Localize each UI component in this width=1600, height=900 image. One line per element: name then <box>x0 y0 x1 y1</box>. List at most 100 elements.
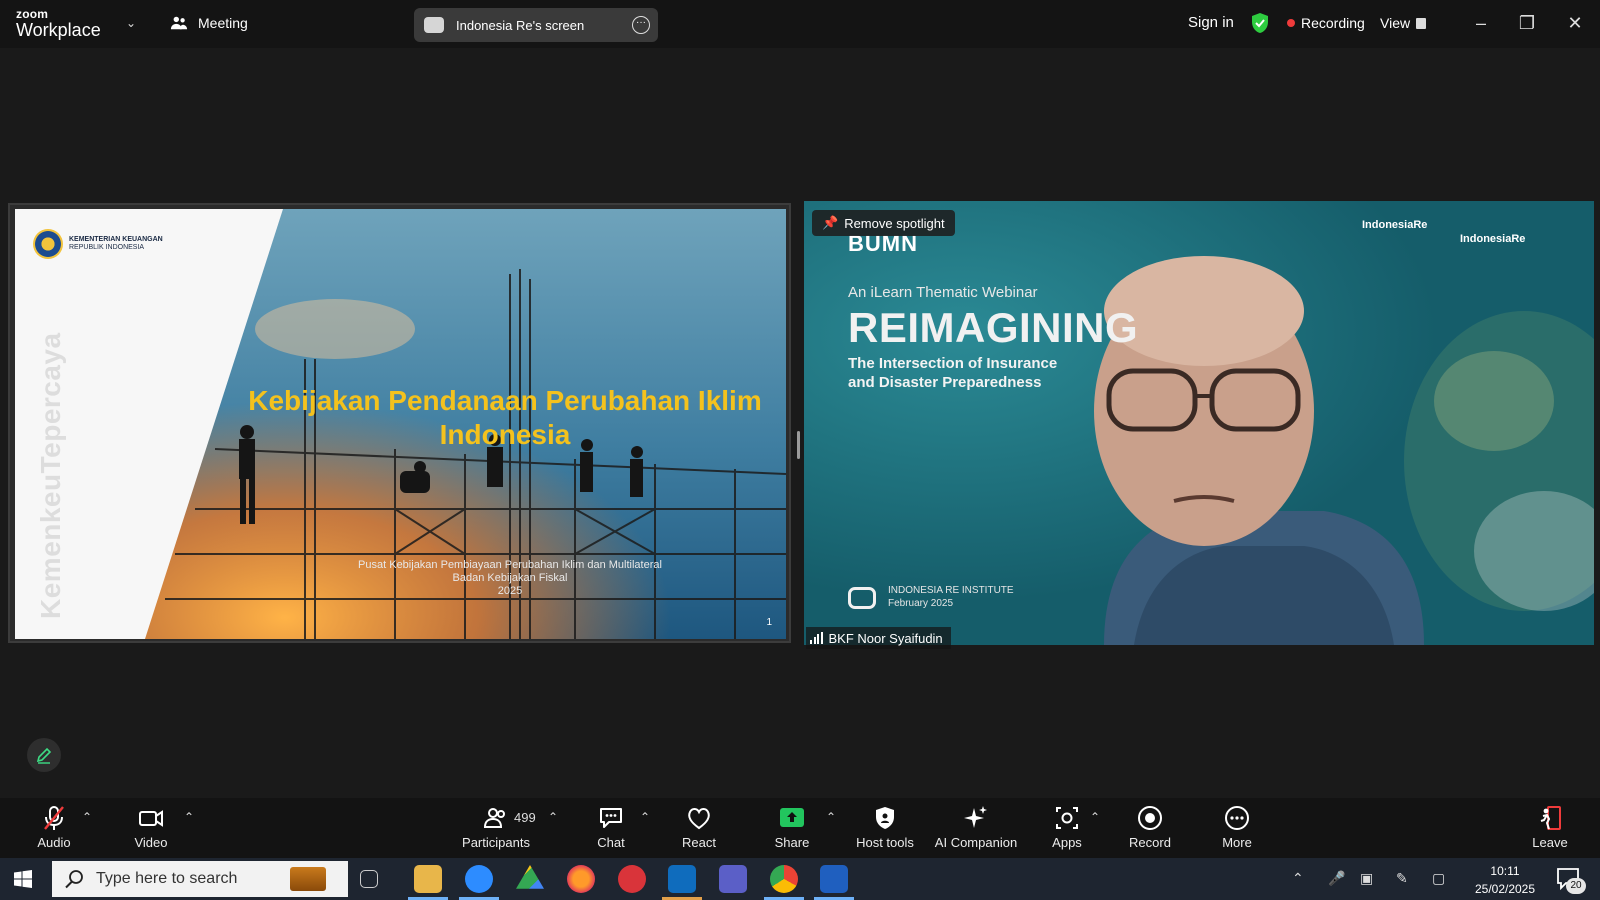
vertical-watermark-text: KemenkeuTepercaya <box>35 332 66 619</box>
institute-line1: INDONESIA RE INSTITUTE <box>888 585 1014 596</box>
host-tools-button[interactable]: Host tools <box>840 804 930 850</box>
chrome-icon[interactable] <box>770 865 798 893</box>
pin-icon: 📌 <box>822 215 839 230</box>
file-explorer-icon[interactable] <box>414 865 442 893</box>
encryption-shield-icon[interactable] <box>1250 12 1270 34</box>
clock-time: 10:11 <box>1490 864 1520 878</box>
teams-icon[interactable] <box>719 865 747 893</box>
record-button[interactable]: Record <box>1105 804 1195 850</box>
display-tray-icon[interactable]: ▣ <box>1360 870 1373 887</box>
meeting-label: Meeting <box>198 15 248 31</box>
shared-screen-frame[interactable]: KEMENTERIAN KEUANGAN REPUBLIK INDONESIA … <box>8 203 791 643</box>
webinar-tagline-line2: and Disaster Preparedness <box>848 373 1042 391</box>
ministry-line1: KEMENTERIAN KEUANGAN <box>69 235 163 243</box>
apps-options-chevron-icon[interactable]: ⌃ <box>1090 810 1100 824</box>
screen-share-indicator[interactable]: Indonesia Re's screen ··· <box>414 8 658 42</box>
view-icon <box>1416 17 1427 29</box>
google-drive-icon[interactable] <box>516 865 544 889</box>
webinar-caption: An iLearn Thematic Webinar <box>848 284 1038 301</box>
meeting-controls-toolbar: Audio ⌃ Video ⌃ Participants 499 ⌃ Chat … <box>0 798 1600 858</box>
microphone-tray-icon[interactable]: 🎤 <box>1328 870 1345 887</box>
people-icon <box>170 16 188 30</box>
webinar-headline: REIMAGINING <box>848 304 1139 351</box>
webinar-tagline-line1: The Intersection of Insurance <box>848 355 1058 372</box>
remove-spotlight-label: Remove spotlight <box>844 215 945 231</box>
taskbar-search-box[interactable]: Type here to search <box>52 861 348 897</box>
chat-options-chevron-icon[interactable]: ⌃ <box>640 810 650 824</box>
show-hidden-icons-chevron-icon[interactable]: ⌃ <box>1292 870 1304 887</box>
audio-label: Audio <box>37 835 71 850</box>
react-button[interactable]: React <box>654 804 744 850</box>
outlook-icon[interactable] <box>668 865 696 893</box>
video-label: Video <box>134 835 168 850</box>
record-label: Record <box>1129 835 1171 850</box>
minimize-button[interactable]: – <box>1470 12 1492 34</box>
ministry-seal-icon <box>33 229 63 259</box>
title-bar: zoom Workplace ⌄ Meeting Indonesia Re's … <box>0 0 1600 48</box>
zoom-workplace-logo[interactable]: zoom Workplace <box>16 8 101 39</box>
participants-count: 499 <box>514 810 536 825</box>
video-button[interactable]: Video <box>106 804 196 850</box>
more-label: More <box>1222 835 1252 850</box>
remove-spotlight-button[interactable]: 📌 Remove spotlight <box>812 210 955 236</box>
more-options-icon[interactable]: ··· <box>632 16 650 34</box>
windows-start-icon[interactable] <box>14 870 32 888</box>
ministry-logo: KEMENTERIAN KEUANGAN REPUBLIK INDONESIA <box>33 229 163 259</box>
record-icon <box>1138 806 1162 830</box>
microphone-muted-icon <box>44 806 64 830</box>
clock-date: 25/02/2025 <box>1474 882 1536 896</box>
chat-bubble-icon <box>600 808 622 828</box>
share-button[interactable]: Share <box>747 804 837 850</box>
word-icon[interactable] <box>820 865 848 893</box>
leave-door-icon <box>1540 806 1561 830</box>
slide-title-line1: Kebijakan Pendanaan Perubahan Iklim <box>248 385 762 416</box>
share-screen-icon <box>780 808 804 827</box>
zoom-app-icon[interactable] <box>465 865 493 893</box>
sparkle-icon <box>964 806 987 828</box>
ai-companion-button[interactable]: AI Companion <box>931 804 1021 850</box>
slide-page-number: 1 <box>766 617 772 628</box>
meeting-menu[interactable]: Meeting <box>170 14 248 32</box>
audio-options-chevron-icon[interactable]: ⌃ <box>82 810 92 824</box>
heart-icon <box>688 808 710 830</box>
security-app-icon[interactable] <box>618 865 646 893</box>
split-view-resize-handle[interactable] <box>797 431 800 459</box>
recording-dot-icon <box>1287 19 1295 27</box>
leave-button[interactable]: Leave <box>1505 804 1595 850</box>
firefox-icon[interactable] <box>567 865 595 893</box>
pencil-icon <box>36 747 52 764</box>
presentation-slide: KEMENTERIAN KEUANGAN REPUBLIK INDONESIA … <box>15 209 786 639</box>
host-shield-icon <box>876 807 894 829</box>
institute-caption: INDONESIA RE INSTITUTE February 2025 <box>888 585 1014 610</box>
participant-name-tag: BKF Noor Syaifudin <box>806 627 951 649</box>
slide-subtitle: Pusat Kebijakan Pembiayaan Perubahan Ikl… <box>345 559 675 599</box>
screen-share-icon <box>424 17 444 33</box>
task-view-icon[interactable] <box>360 870 378 888</box>
chevron-down-icon[interactable]: ⌄ <box>126 16 136 30</box>
restore-button[interactable]: ❐ <box>1516 12 1538 34</box>
taskbar-clock[interactable]: 10:11 25/02/2025 <box>1466 862 1544 898</box>
briefcase-icon <box>290 867 326 891</box>
webinar-tagline: The Intersection of Insurance and Disast… <box>848 355 1057 393</box>
sign-in-link[interactable]: Sign in <box>1188 14 1234 31</box>
speaker-video-tile[interactable]: BUMN IndonesiaRe IndonesiaRe An iLearn T… <box>804 201 1594 645</box>
participant-name: BKF Noor Syaifudin <box>828 630 943 646</box>
pen-tray-icon[interactable]: ✎ <box>1396 870 1408 887</box>
share-options-chevron-icon[interactable]: ⌃ <box>826 810 836 824</box>
indonesia-re-logo: IndonesiaRe <box>1362 219 1428 231</box>
chat-label: Chat <box>597 835 625 850</box>
apps-grid-icon <box>1056 807 1078 829</box>
annotate-button[interactable] <box>27 738 61 772</box>
close-button[interactable]: ✕ <box>1564 12 1586 34</box>
keyboard-tray-icon[interactable]: ▢ <box>1432 870 1445 887</box>
more-button[interactable]: More <box>1192 804 1282 850</box>
video-camera-icon <box>139 810 163 827</box>
ministry-line2: REPUBLIK INDONESIA <box>69 244 145 251</box>
meeting-stage: KEMENTERIAN KEUANGAN REPUBLIK INDONESIA … <box>0 48 1600 798</box>
view-label: View <box>1380 15 1411 31</box>
recording-indicator[interactable]: Recording <box>1287 15 1365 31</box>
video-options-chevron-icon[interactable]: ⌃ <box>184 810 194 824</box>
participants-options-chevron-icon[interactable]: ⌃ <box>548 810 558 824</box>
view-menu[interactable]: View <box>1380 15 1427 31</box>
participants-label: Participants <box>462 835 530 850</box>
